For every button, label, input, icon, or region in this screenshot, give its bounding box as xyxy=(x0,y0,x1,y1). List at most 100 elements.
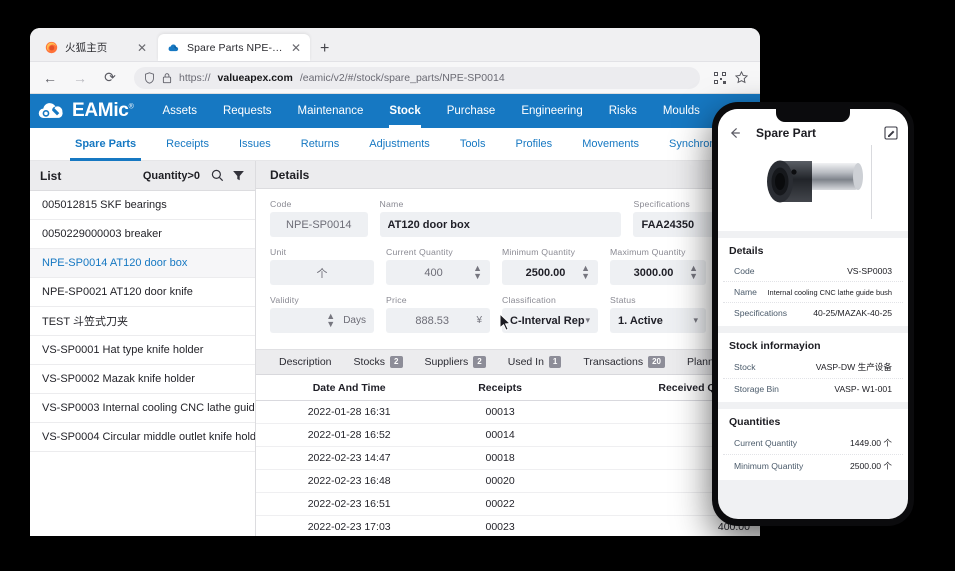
nav-risks[interactable]: Risks xyxy=(596,94,650,128)
tab-badge: 2 xyxy=(390,356,403,368)
forward-button[interactable]: → xyxy=(70,70,90,86)
price-input[interactable]: 888.53 ¥ xyxy=(386,308,490,333)
product-image xyxy=(728,143,898,225)
qr-code-icon[interactable] xyxy=(714,71,726,84)
list-item[interactable]: VS-SP0004 Circular middle outlet knife h… xyxy=(30,423,255,452)
name-input[interactable]: AT120 door box xyxy=(379,212,622,237)
cell-receipt: 00020 xyxy=(442,469,558,493)
cloud-wrench-logo-icon xyxy=(38,103,63,119)
tab-description[interactable]: Description xyxy=(268,349,343,375)
transactions-table: Date And Time Receipts Received Quantity… xyxy=(256,375,760,536)
field-minimum-quantity: Minimum Quantity 2500.00 ▲ ▼ xyxy=(502,247,598,285)
status-value: 1. Active xyxy=(618,314,663,327)
back-arrow-icon[interactable] xyxy=(728,126,742,140)
subnav-issues[interactable]: Issues xyxy=(224,128,286,161)
tab-suppliers[interactable]: Suppliers 2 xyxy=(414,349,497,375)
edit-icon[interactable] xyxy=(884,126,898,140)
label-validity: Validity xyxy=(270,295,299,305)
tab-used-in[interactable]: Used In 1 xyxy=(497,349,573,375)
list-item[interactable]: VS-SP0001 Hat type knife holder xyxy=(30,336,255,365)
minimum-quantity-input[interactable]: 2500.00 ▲ ▼ xyxy=(502,260,598,285)
maximum-quantity-input[interactable]: 3000.00 ▲ ▼ xyxy=(610,260,706,285)
shield-icon xyxy=(145,71,154,84)
list-item[interactable]: 005012815 SKF bearings xyxy=(30,191,255,220)
tab-transactions[interactable]: Transactions 20 xyxy=(572,349,676,375)
row-key: Name xyxy=(734,287,757,297)
detail-row-name: Name Internal cooling CNC lathe guide bu… xyxy=(723,282,903,303)
table-row[interactable]: 2022-01-28 16:31 00013 130.00 xyxy=(256,400,760,424)
field-name: Name AT120 door box xyxy=(379,199,622,237)
mobile-device-mockup: Spare Part Details Code VS-SP0003 Name I… xyxy=(712,102,914,526)
table-row[interactable]: 2022-02-23 16:51 00022 80.00 xyxy=(256,492,760,516)
subnav-tools[interactable]: Tools xyxy=(445,128,501,161)
lock-icon xyxy=(162,72,172,83)
stepper-icon[interactable]: ▲ ▼ xyxy=(581,263,590,280)
search-icon[interactable] xyxy=(211,169,224,182)
stepper-icon[interactable]: ▲ ▼ xyxy=(689,263,698,280)
subnav-returns[interactable]: Returns xyxy=(286,128,355,161)
browser-tab-spare-parts[interactable]: Spare Parts NPE-SP0014 ✕ xyxy=(158,34,310,61)
cell-date: 2022-01-28 16:52 xyxy=(256,423,443,447)
tab-close-icon[interactable]: ✕ xyxy=(291,42,301,54)
nav-engineering[interactable]: Engineering xyxy=(508,94,595,128)
validity-input[interactable]: ▲ ▼ Days xyxy=(270,308,374,333)
nav-maintenance[interactable]: Maintenance xyxy=(285,94,377,128)
eamic-icon xyxy=(168,44,179,52)
column-date-and-time[interactable]: Date And Time xyxy=(256,375,443,401)
stepper-icon[interactable]: ▲ ▼ xyxy=(326,311,335,328)
nav-stock[interactable]: Stock xyxy=(376,94,433,128)
list-item[interactable]: NPE-SP0021 AT120 door knife xyxy=(30,278,255,307)
list-item[interactable]: VS-SP0002 Mazak knife holder xyxy=(30,365,255,394)
minimum-quantity-value: 2500.00 xyxy=(525,266,566,279)
stepper-icon[interactable]: ▲ ▼ xyxy=(473,263,482,280)
subnav-spare-parts[interactable]: Spare Parts xyxy=(60,128,151,161)
cell-date: 2022-02-23 17:03 xyxy=(256,515,443,536)
reload-button[interactable]: ⟳ xyxy=(100,69,120,86)
nav-requests[interactable]: Requests xyxy=(210,94,285,128)
table-row[interactable]: 2022-01-28 16:52 00014 10.00 xyxy=(256,423,760,447)
list-item[interactable]: 0050229000003 breaker xyxy=(30,220,255,249)
star-icon[interactable] xyxy=(735,71,748,84)
unit-input[interactable]: 个 xyxy=(270,260,374,285)
form-row-1: Code NPE-SP0014 Name AT120 door box Spec… xyxy=(270,199,746,237)
tab-stocks[interactable]: Stocks 2 xyxy=(343,349,414,375)
mobile-section-stock-information: Stock informayion Stock VASP-DW 生产设备 Sto… xyxy=(718,333,908,402)
details-panel: Details Code NPE-SP0014 Name AT120 door … xyxy=(256,161,760,536)
subnav-movements[interactable]: Movements xyxy=(567,128,654,161)
field-status: Status 1. Active ▾ xyxy=(610,295,706,333)
nav-assets[interactable]: Assets xyxy=(149,94,210,128)
row-value: VASP-DW 生产设备 xyxy=(815,362,892,372)
row-key: Code xyxy=(734,266,755,276)
current-quantity-input[interactable]: 400 ▲ ▼ xyxy=(386,260,490,285)
table-row[interactable]: 2022-02-23 14:47 00018 400.00 xyxy=(256,446,760,470)
list-item-selected[interactable]: NPE-SP0014 AT120 door box xyxy=(30,249,255,278)
cell-receipt: 00013 xyxy=(442,400,558,424)
filter-icon[interactable] xyxy=(232,169,245,182)
tab-close-icon[interactable]: ✕ xyxy=(137,42,147,54)
table-row[interactable]: 2022-02-23 16:48 00020 400.00 xyxy=(256,469,760,493)
subnav-profiles[interactable]: Profiles xyxy=(501,128,568,161)
back-button[interactable]: ← xyxy=(40,70,60,86)
detail-row-code: Code VS-SP0003 xyxy=(723,261,903,282)
classification-select[interactable]: C-Interval Replacem ▾ xyxy=(502,308,598,333)
row-value: VASP- W1-001 xyxy=(834,384,892,394)
status-select[interactable]: 1. Active ▾ xyxy=(610,308,706,333)
new-tab-button[interactable]: + xyxy=(312,41,337,61)
browser-tabstrip: 火狐主页 ✕ Spare Parts NPE-SP0014 ✕ + xyxy=(30,28,760,62)
list-item[interactable]: TEST 斗笠式刀夹 xyxy=(30,307,255,336)
app-body: List Quantity>0 005012815 SKF bearings 0… xyxy=(30,161,760,536)
app-logo[interactable]: EAMic® xyxy=(38,100,149,122)
code-value: NPE-SP0014 xyxy=(286,218,352,231)
list-item[interactable]: VS-SP0003 Internal cooling CNC lathe gui… xyxy=(30,394,255,423)
nav-purchase[interactable]: Purchase xyxy=(434,94,509,128)
table-row[interactable]: 2022-02-23 17:03 00023 400.00 xyxy=(256,515,760,536)
nav-moulds[interactable]: Moulds xyxy=(650,94,713,128)
primary-navigation: EAMic® Assets Requests Maintenance Stock… xyxy=(30,94,760,128)
subnav-receipts[interactable]: Receipts xyxy=(151,128,224,161)
url-input[interactable]: https:// valueapex.com/eamic/v2/#/stock/s… xyxy=(134,66,700,89)
code-input[interactable]: NPE-SP0014 xyxy=(270,212,368,237)
browser-tab-firefox-home[interactable]: 火狐主页 ✕ xyxy=(36,34,156,61)
section-heading: Stock informayion xyxy=(729,340,821,352)
subnav-adjustments[interactable]: Adjustments xyxy=(354,128,445,161)
column-receipts[interactable]: Receipts xyxy=(442,375,558,401)
